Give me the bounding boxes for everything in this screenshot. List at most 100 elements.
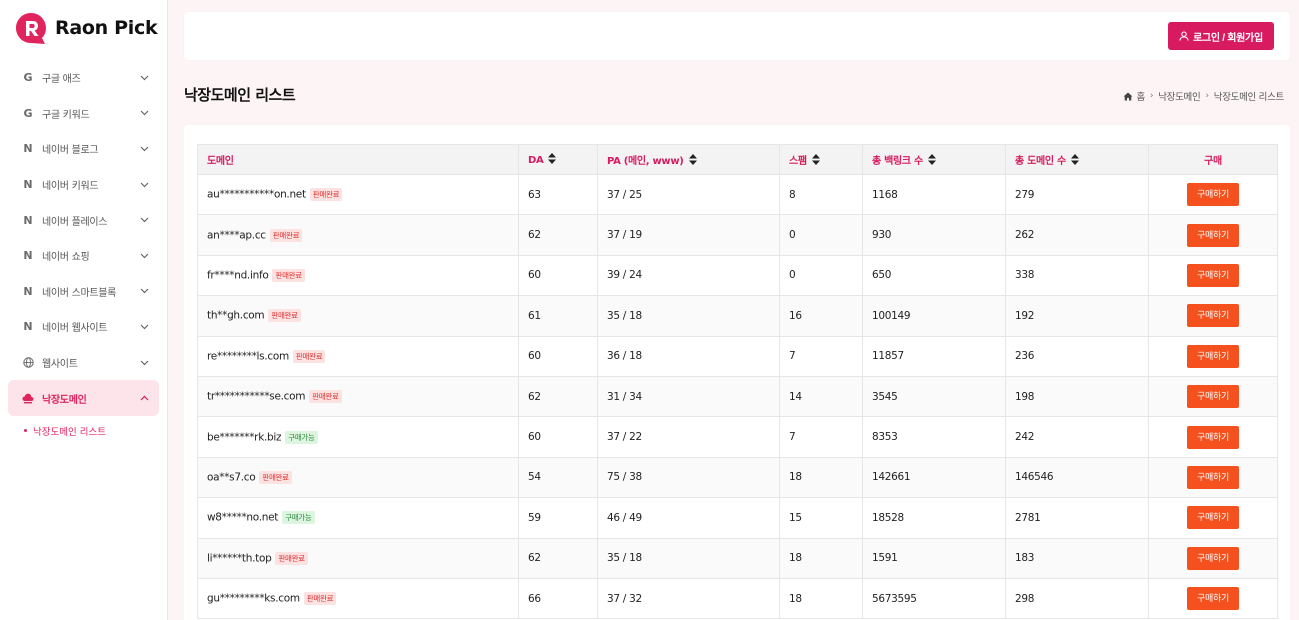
cell-spam: 0 [779, 214, 863, 256]
cell-domains: 146546 [1005, 457, 1149, 499]
buy-button[interactable]: 구매하기 [1187, 425, 1239, 449]
cell-domain: th**gh.com 판매완료 [197, 295, 519, 337]
buy-button[interactable]: 구매하기 [1187, 465, 1239, 489]
chevron-down-icon [139, 215, 149, 225]
naver-icon: N [23, 320, 33, 334]
cell-domains: 242 [1005, 416, 1149, 458]
column-header-da[interactable]: DA [518, 144, 598, 175]
breadcrumb-section[interactable]: 낙장도메인 [1158, 89, 1201, 103]
bullet-icon [24, 429, 27, 433]
sidebar-item-label: 네이버 스마트블록 [42, 287, 117, 299]
sort-icon[interactable] [548, 152, 557, 167]
cell-da: 59 [518, 497, 598, 539]
cell-spam: 18 [779, 578, 863, 620]
buy-button[interactable]: 구매하기 [1187, 385, 1239, 409]
top-bar: 로그인 / 회원가입 [184, 12, 1290, 60]
buy-button[interactable]: 구매하기 [1187, 506, 1239, 530]
chevron-down-icon [139, 251, 149, 261]
cell-buy: 구매하기 [1148, 497, 1278, 539]
cell-domains: 2781 [1005, 497, 1149, 539]
column-header-pa[interactable]: PA (메인, www) [597, 144, 780, 175]
sort-icon[interactable] [688, 153, 697, 168]
chevron-down-icon [139, 286, 149, 296]
submenu-item[interactable]: 낙장도메인 리스트 [24, 422, 159, 440]
sidebar-item-1[interactable]: G 구글 키워드 [8, 96, 159, 132]
cell-buy: 구매하기 [1148, 416, 1278, 458]
cell-pa: 75 / 38 [597, 457, 780, 499]
brand-name: Raon Pick [55, 17, 158, 39]
naver-icon: N [23, 249, 33, 263]
breadcrumb-current: 낙장도메인 리스트 [1213, 92, 1285, 103]
cell-backlinks: 8353 [862, 416, 1006, 458]
chevron-down-icon [139, 322, 149, 332]
sort-icon[interactable] [1070, 153, 1079, 168]
cell-da: 60 [518, 255, 598, 297]
buy-button[interactable]: 구매하기 [1187, 223, 1239, 247]
chevron-down-icon [139, 144, 149, 154]
sidebar-item-5[interactable]: N 네이버 쇼핑 [8, 238, 159, 274]
cell-spam: 7 [779, 336, 863, 377]
cell-domain: au***********on.net 판매완료 [197, 174, 519, 216]
cell-pa: 37 / 32 [597, 578, 780, 620]
sidebar-item-2[interactable]: N 네이버 블로그 [8, 131, 159, 167]
sidebar-item-4[interactable]: N 네이버 플레이스 [8, 202, 159, 238]
sidebar-item-8[interactable]: 웹사이트 [8, 345, 159, 381]
sidebar-item-7[interactable]: N 네이버 웹사이트 [8, 309, 159, 345]
sidebar-item-3[interactable]: N 네이버 키워드 [8, 167, 159, 203]
cell-domains: 262 [1005, 214, 1149, 256]
login-signup-button[interactable]: 로그인 / 회원가입 [1168, 22, 1274, 50]
cell-da: 60 [518, 336, 598, 377]
naver-icon: N [23, 213, 33, 227]
status-badge: 판매완료 [309, 390, 342, 404]
sidebar-item-9[interactable]: 낙장도메인 [8, 380, 159, 416]
table-row: tr***********se.com 판매완료 62 31 / 34 14 3545 19… [197, 376, 1278, 418]
cell-spam: 16 [779, 295, 863, 337]
buy-button[interactable]: 구매하기 [1187, 344, 1239, 368]
google-icon: G [23, 71, 33, 85]
cell-backlinks: 3545 [862, 376, 1006, 418]
status-badge: 판매완료 [275, 551, 308, 565]
sidebar: Raon Pick G 구글 애즈 G 구글 키워드 N 네이버 블로그 N 네이버 키워드 N… [0, 0, 168, 620]
cell-backlinks: 5673595 [862, 578, 1006, 620]
domain-name: fr****nd.info [207, 269, 269, 282]
cell-domain: re********ls.com 판매완료 [197, 336, 519, 377]
cell-buy: 구매하기 [1148, 457, 1278, 499]
cloud-icon [22, 392, 34, 404]
buy-button[interactable]: 구매하기 [1187, 263, 1239, 287]
cell-da: 62 [518, 376, 598, 418]
domain-name: th**gh.com [207, 309, 265, 322]
cell-pa: 37 / 25 [597, 174, 780, 216]
cell-domain: oa**s7.co 판매완료 [197, 457, 519, 499]
table-row: w8*****no.net 구매가능 59 46 / 49 15 18528 2781 구매하… [197, 497, 1278, 539]
sort-icon[interactable] [927, 153, 936, 168]
table-row: be*******rk.biz 구매가능 60 37 / 22 7 8353 242 구매하기 [197, 416, 1278, 458]
domain-name: an****ap.cc [207, 229, 266, 242]
buy-button[interactable]: 구매하기 [1187, 304, 1239, 328]
user-icon [1179, 31, 1189, 41]
table-row: li******th.top 판매완료 62 35 / 18 18 1591 183 구매하기 [197, 538, 1278, 579]
cell-pa: 37 / 19 [597, 214, 780, 256]
sidebar-item-0[interactable]: G 구글 애즈 [8, 60, 159, 96]
status-badge: 판매완료 [303, 592, 337, 606]
buy-button[interactable]: 구매하기 [1187, 546, 1239, 570]
column-header-domain[interactable]: 도메인 [197, 144, 519, 175]
status-badge: 판매완료 [272, 268, 305, 282]
login-signup-label: 로그인 / 회원가입 [1193, 32, 1263, 44]
cell-domain: w8*****no.net 구매가능 [197, 497, 519, 539]
sidebar-item-6[interactable]: N 네이버 스마트블록 [8, 274, 159, 310]
breadcrumb-home[interactable]: 홈 [1136, 89, 1145, 103]
column-header-domains[interactable]: 총 도메인 수 [1005, 144, 1149, 175]
logo[interactable]: Raon Pick [15, 10, 158, 46]
cell-pa: 35 / 18 [597, 295, 780, 337]
column-header-spam[interactable]: 스팸 [779, 144, 863, 175]
status-badge: 판매완료 [268, 309, 301, 323]
buy-button[interactable]: 구매하기 [1187, 587, 1239, 611]
cell-backlinks: 930 [862, 214, 1006, 256]
column-header-backlinks[interactable]: 총 백링크 수 [862, 144, 1006, 175]
sidebar-menu: G 구글 애즈 G 구글 키워드 N 네이버 블로그 N 네이버 키워드 N 네이버 플레이스 N 네… [8, 60, 159, 440]
sort-icon[interactable] [811, 153, 820, 168]
sidebar-item-label: 네이버 플레이스 [42, 216, 108, 228]
cell-da: 62 [518, 214, 598, 256]
buy-button[interactable]: 구매하기 [1187, 183, 1239, 207]
cell-domain: li******th.top 판매완료 [197, 538, 519, 579]
